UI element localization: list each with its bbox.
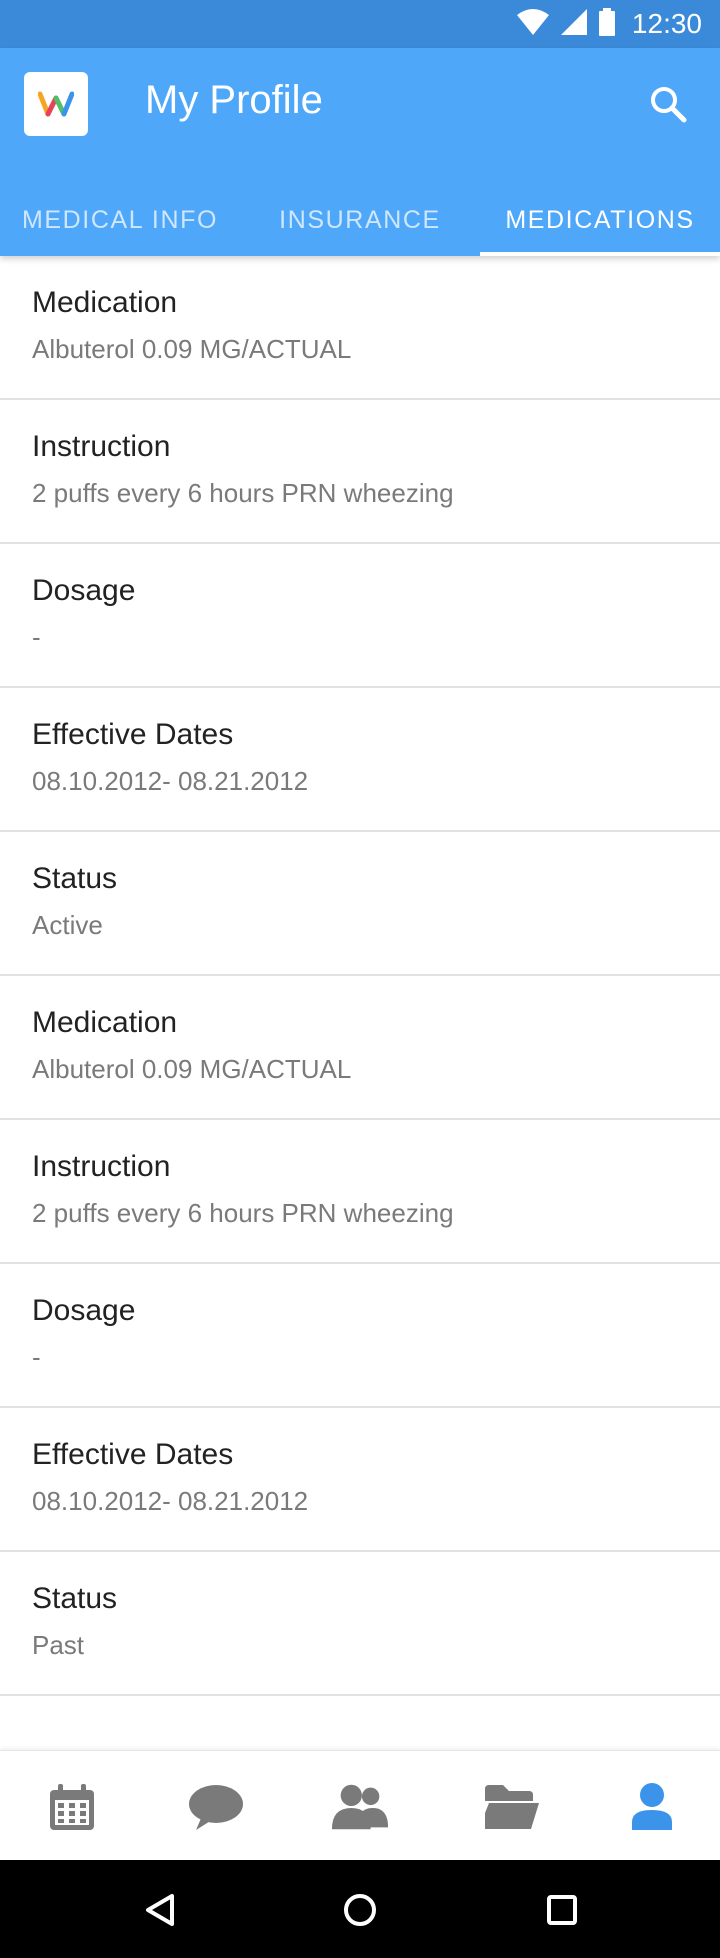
people-icon [331, 1784, 389, 1830]
list-item-effective-dates[interactable]: Effective Dates 08.10.2012- 08.21.2012 [0, 688, 720, 832]
item-value: Active [32, 910, 103, 940]
list-item-status[interactable]: Status Past [0, 1552, 720, 1696]
item-value: - [32, 622, 41, 652]
item-label: Instruction [32, 1150, 171, 1183]
status-bar: 12:30 [0, 0, 720, 48]
nav-people[interactable] [330, 1779, 390, 1835]
back-button[interactable] [136, 1886, 184, 1934]
status-icons: 12:30 [516, 0, 702, 48]
clock: 12:30 [631, 8, 702, 39]
tab-medical-info[interactable]: MEDICAL INFO [0, 184, 240, 256]
list-item-instruction[interactable]: Instruction 2 puffs every 6 hours PRN wh… [0, 1120, 720, 1264]
nav-calendar[interactable] [42, 1779, 102, 1835]
signal-icon [560, 8, 588, 41]
list-item-status[interactable]: Status Active [0, 832, 720, 976]
battery-icon [598, 7, 616, 41]
system-navigation-bar [0, 1860, 720, 1958]
item-label: Medication [32, 286, 178, 319]
tab-label: INSURANCE [279, 205, 441, 234]
item-value: 2 puffs every 6 hours PRN wheezing [32, 1198, 454, 1228]
app-bar: My Profile MEDICAL INFO INSURANCE MEDICA… [0, 48, 720, 256]
item-label: Effective Dates [32, 1438, 234, 1471]
tab-insurance[interactable]: INSURANCE [240, 184, 480, 256]
medication-list: Medication Albuterol 0.09 MG/ACTUAL Inst… [0, 256, 720, 1696]
wifi-icon [516, 8, 550, 41]
chat-icon [189, 1785, 243, 1830]
item-label: Instruction [32, 430, 171, 463]
nav-profile[interactable] [622, 1779, 682, 1835]
app-logo [24, 72, 88, 136]
list-item-dosage[interactable]: Dosage - [0, 544, 720, 688]
item-label: Medication [32, 1006, 178, 1039]
tab-medications[interactable]: MEDICATIONS [480, 184, 720, 256]
item-value: 08.10.2012- 08.21.2012 [32, 1486, 309, 1516]
item-label: Dosage [32, 574, 136, 607]
back-triangle-icon [146, 1894, 174, 1926]
home-button[interactable] [336, 1886, 384, 1934]
list-item-medication[interactable]: Medication Albuterol 0.09 MG/ACTUAL [0, 256, 720, 400]
bottom-navigation [0, 1750, 720, 1860]
home-circle-icon [344, 1894, 376, 1926]
list-item-dosage[interactable]: Dosage - [0, 1264, 720, 1408]
tab-label: MEDICATIONS [505, 205, 695, 234]
item-value: Albuterol 0.09 MG/ACTUAL [32, 334, 352, 364]
search-icon [651, 87, 687, 123]
item-value: Past [32, 1630, 85, 1660]
calendar-icon [50, 1784, 94, 1830]
item-value: Albuterol 0.09 MG/ACTUAL [32, 1054, 352, 1084]
nav-documents[interactable] [482, 1779, 542, 1835]
list-item-effective-dates[interactable]: Effective Dates 08.10.2012- 08.21.2012 [0, 1408, 720, 1552]
item-label: Dosage [32, 1294, 136, 1327]
recents-square-icon [547, 1895, 577, 1925]
nav-messages[interactable] [186, 1779, 246, 1835]
item-value: 2 puffs every 6 hours PRN wheezing [32, 478, 454, 508]
item-value: 08.10.2012- 08.21.2012 [32, 766, 309, 796]
tab-bar: MEDICAL INFO INSURANCE MEDICATIONS [0, 184, 720, 256]
logo-mark [38, 91, 74, 117]
page-title: My Profile [145, 78, 323, 122]
tab-label: MEDICAL INFO [21, 205, 219, 234]
recents-button[interactable] [538, 1886, 586, 1934]
item-value: - [32, 1342, 41, 1372]
list-item-medication[interactable]: Medication Albuterol 0.09 MG/ACTUAL [0, 976, 720, 1120]
search-button[interactable] [646, 82, 690, 126]
list-item-instruction[interactable]: Instruction 2 puffs every 6 hours PRN wh… [0, 400, 720, 544]
item-label: Status [32, 862, 118, 895]
item-label: Status [32, 1582, 118, 1615]
folder-icon [485, 1785, 539, 1829]
profile-icon [632, 1783, 672, 1830]
item-label: Effective Dates [32, 718, 234, 751]
